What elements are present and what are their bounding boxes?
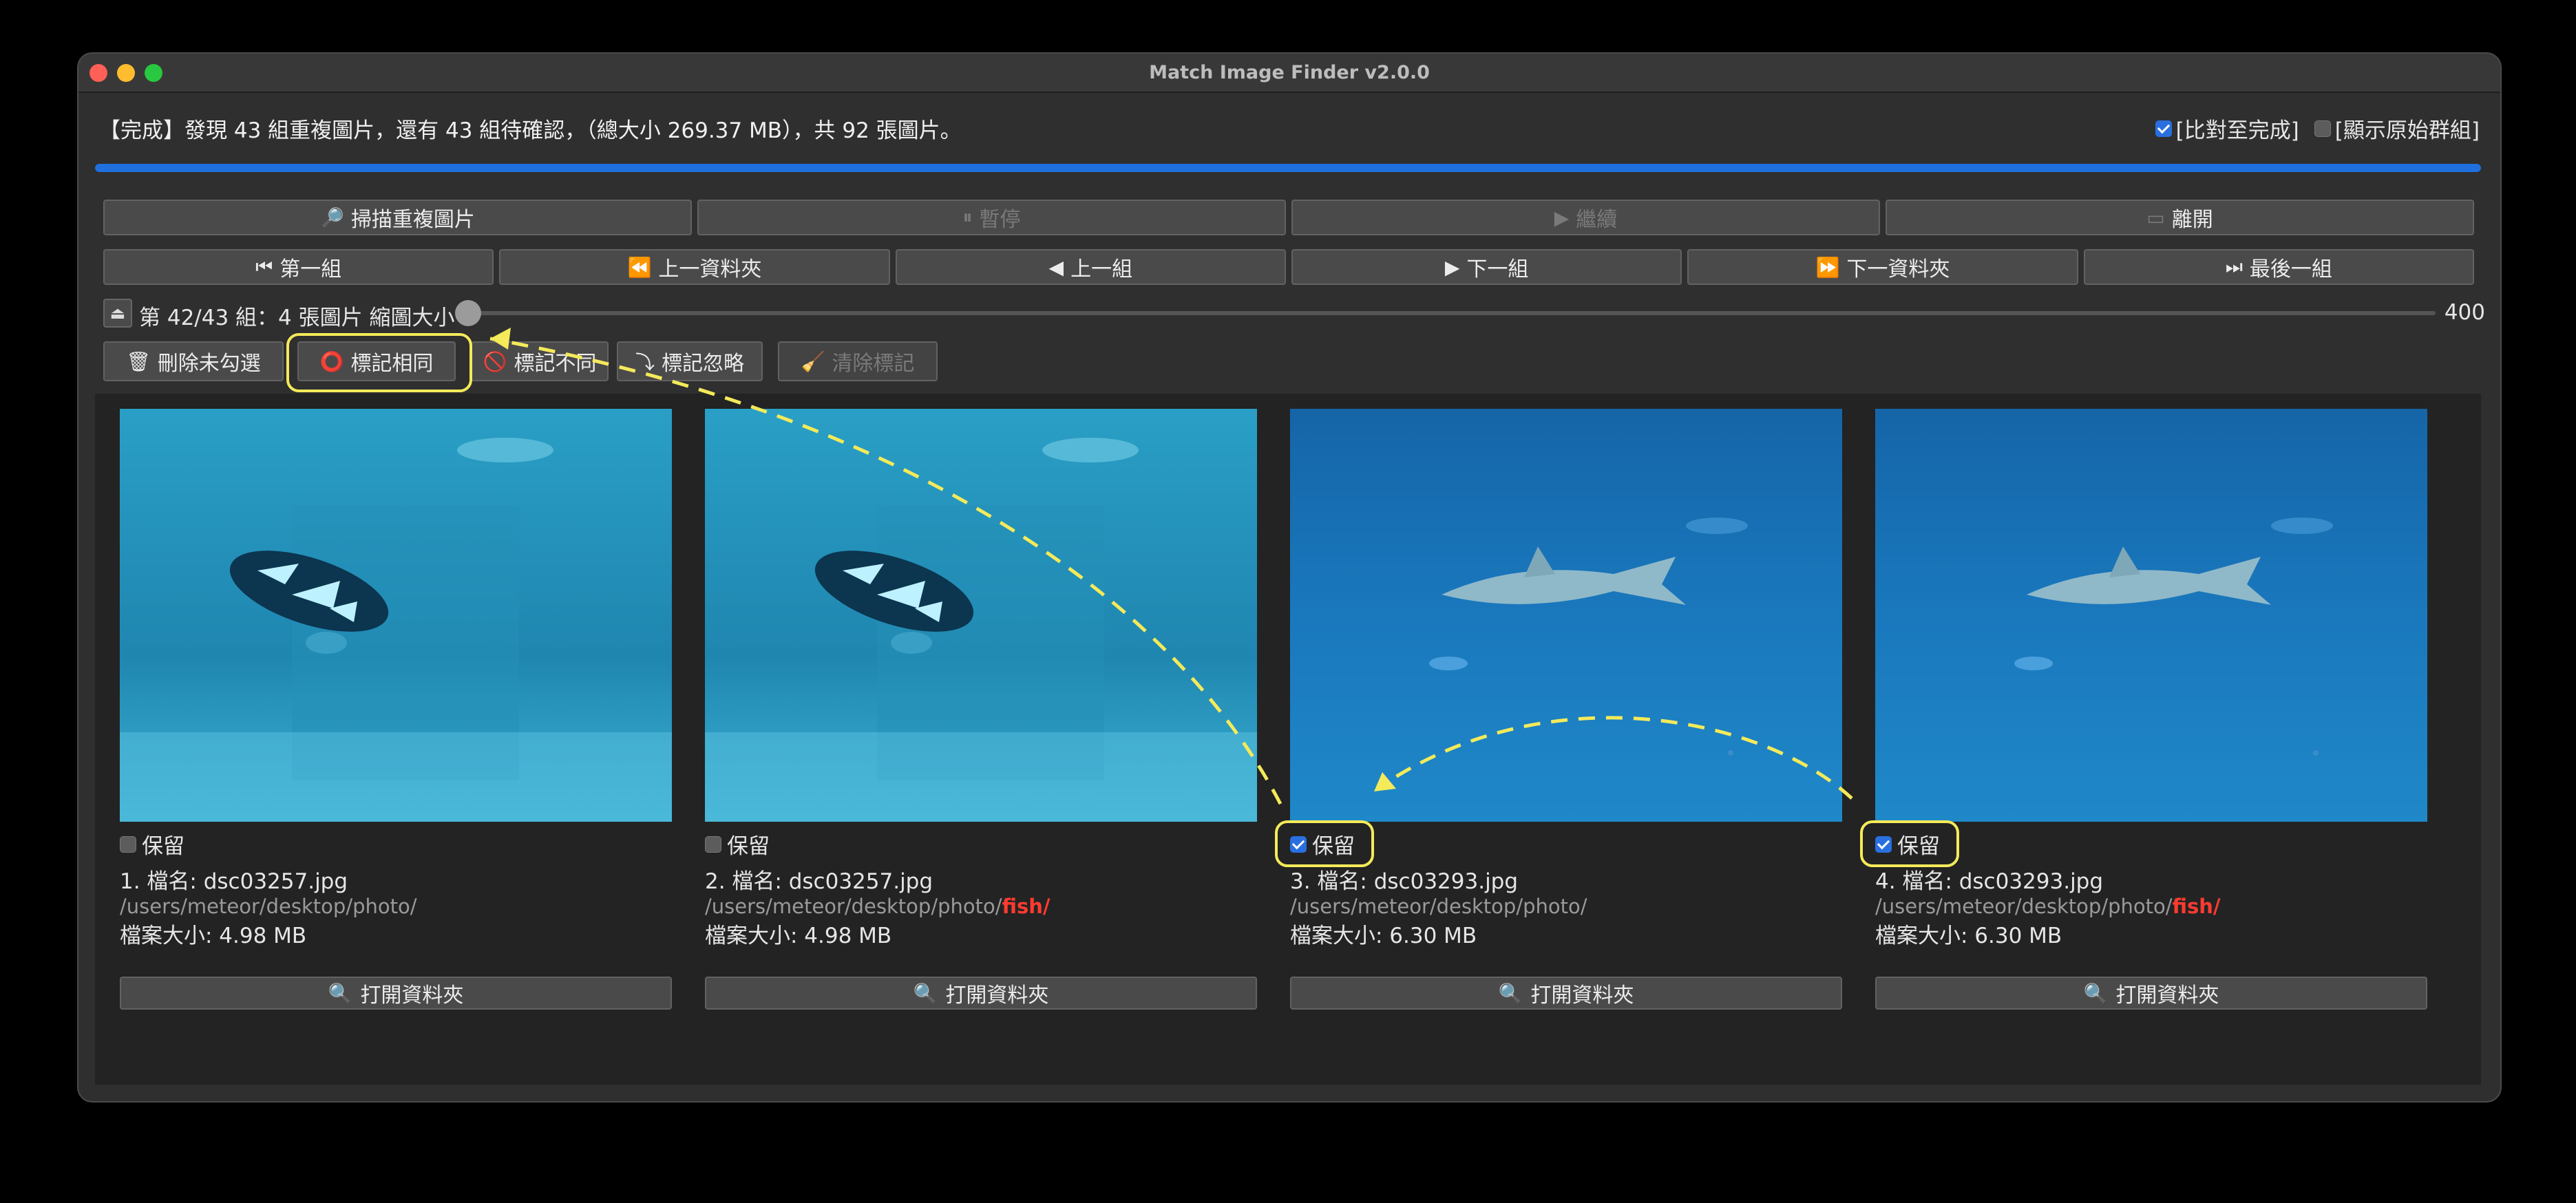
annotation-arrows bbox=[489, 328, 1853, 805]
